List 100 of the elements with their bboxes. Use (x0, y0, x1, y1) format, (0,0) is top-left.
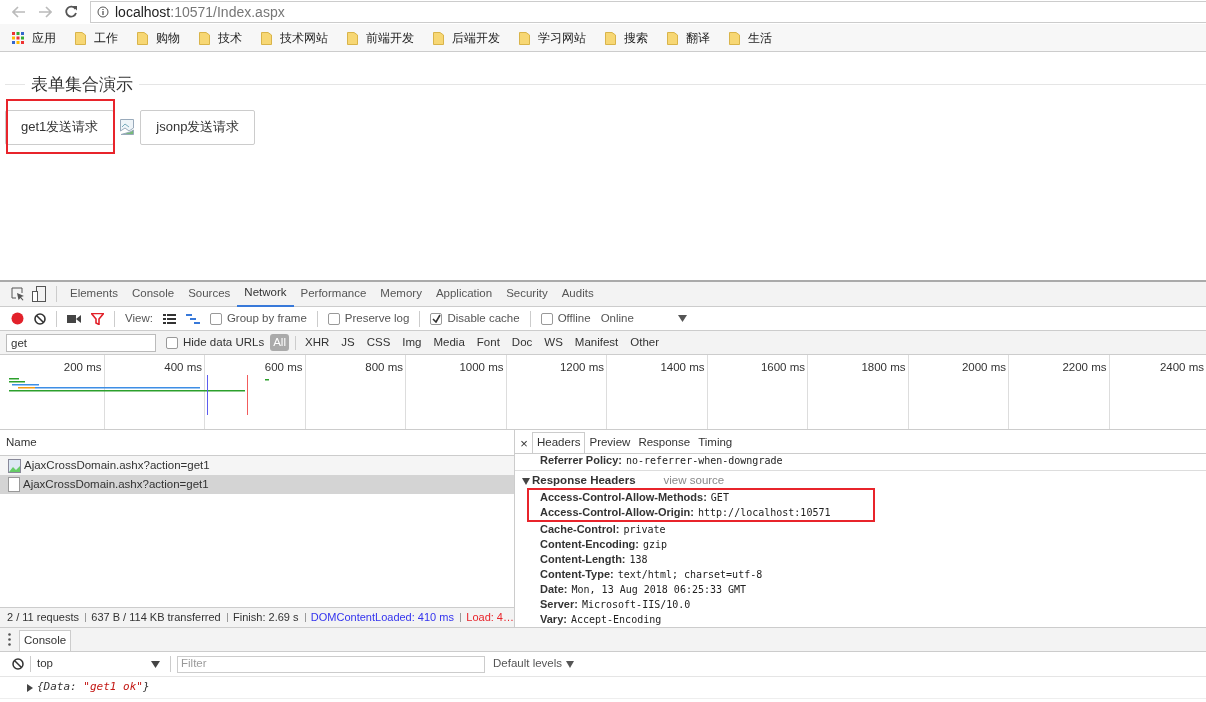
type-filter-tab[interactable]: WS (541, 334, 566, 351)
context-dropdown[interactable]: top (37, 655, 164, 673)
filter-icon[interactable] (91, 312, 104, 325)
inspect-icon[interactable] (11, 287, 25, 301)
reload-icon[interactable] (64, 5, 78, 19)
header-line: Access-Control-Allow-Origin: http://localhost:10571 (527, 505, 875, 522)
levels-dropdown[interactable]: Default levels (493, 655, 575, 673)
folder-icon (433, 30, 444, 45)
type-filter-tab[interactable]: Img (399, 334, 425, 351)
checkbox[interactable] (540, 312, 553, 325)
type-filter-tab[interactable]: Media (430, 334, 468, 351)
device-toolbar-icon[interactable] (32, 286, 46, 302)
detail-tab[interactable]: Timing (694, 432, 737, 453)
address-bar[interactable]: localhost:10571/Index.aspx (90, 1, 1206, 23)
view-label: View: (125, 310, 153, 326)
header-line: Content-Length: 138 (539, 552, 649, 567)
close-button[interactable]: × (518, 433, 530, 453)
header-line: Vary: Accept-Encoding (539, 612, 663, 627)
apps-grid-icon (12, 31, 24, 44)
checkbox[interactable] (430, 312, 443, 325)
devtools-tab[interactable]: Security (499, 281, 555, 307)
filter-field[interactable]: get (6, 333, 156, 352)
devtools-tab[interactable]: Elements (63, 281, 125, 307)
type-filter-tab[interactable]: Doc (508, 334, 536, 351)
bookmark[interactable]: 学习网站 (519, 28, 586, 47)
devtools-tab[interactable]: Application (428, 281, 500, 307)
folder-icon (75, 30, 86, 45)
camera-icon[interactable] (67, 313, 81, 324)
list-view-icon[interactable] (162, 313, 176, 324)
summary-text: DOMContentLoaded: 410 ms (310, 610, 454, 626)
header-line: Date: Mon, 13 Aug 2018 06:25:33 GMT (539, 582, 748, 597)
checkbox[interactable] (166, 336, 178, 349)
folder-icon (667, 30, 678, 45)
view-source-link[interactable]: view source (663, 471, 725, 490)
filter-field[interactable]: Filter (177, 655, 485, 673)
header-line: Access-Control-Allow-Methods: GET (527, 488, 875, 505)
bookmark[interactable]: 购物 (137, 28, 180, 47)
option-label: Hide data URLs (183, 334, 265, 350)
header-line: Server: Microsoft-IIS/10.0 (539, 597, 692, 612)
option-label: Preserve log (344, 310, 410, 326)
bookmark[interactable]: 技术 (199, 28, 242, 47)
time-tick-label: 1600 ms (760, 360, 805, 375)
option-label: Group by frame (226, 310, 307, 326)
devtools-tab[interactable]: Sources (181, 281, 238, 307)
time-tick-label: 800 ms (365, 360, 403, 375)
request-button[interactable]: jsonp发送请求 (140, 109, 256, 145)
waterfall-view-icon[interactable] (185, 313, 200, 324)
devtools-tab[interactable]: Performance (293, 281, 374, 307)
time-tick-label: 400 ms (164, 360, 202, 375)
request-row[interactable]: AjaxCrossDomain.ashx?action=get1 (0, 475, 514, 494)
time-tick-label: 1800 ms (861, 360, 906, 375)
bookmark[interactable]: 工作 (75, 28, 118, 47)
devtools-tab[interactable]: Console (124, 281, 182, 307)
devtools-tab[interactable]: Audits (554, 281, 601, 307)
folder-icon (519, 30, 530, 45)
clear-icon[interactable] (34, 312, 46, 325)
header-line: Cache-Control: private (539, 522, 667, 537)
bookmark[interactable]: 搜索 (605, 28, 648, 47)
type-filter-tab[interactable]: Manifest (571, 334, 622, 351)
record-icon[interactable] (11, 312, 24, 325)
devtools-tab[interactable]: Network (237, 281, 294, 307)
summary-text: Finish: 2.69 s (233, 610, 299, 626)
bookmark[interactable]: 前端开发 (347, 28, 414, 47)
type-filter-tab[interactable]: CSS (363, 334, 394, 351)
checkbox[interactable] (327, 312, 340, 325)
folder-icon (137, 30, 148, 45)
bookmark[interactable]: 应用 (12, 28, 56, 47)
clear-console-icon[interactable] (12, 658, 24, 670)
bookmark[interactable]: 技术网站 (261, 28, 328, 47)
detail-tab[interactable]: Response (634, 432, 695, 453)
expand-triangle-icon[interactable] (27, 683, 33, 692)
summary-text: 2 / 11 requests (7, 610, 79, 626)
section-header[interactable]: Response Headers (522, 471, 636, 490)
type-filter-tab[interactable]: JS (338, 334, 358, 351)
bookmark[interactable]: 生活 (729, 28, 772, 47)
bookmark[interactable]: 翻译 (667, 28, 710, 47)
time-tick-label: 2400 ms (1159, 360, 1204, 375)
detail-tab[interactable]: Preview (585, 432, 635, 453)
section-legend: 表单集合演示 (25, 72, 139, 98)
detail-tab[interactable]: Headers (532, 432, 586, 453)
header-line: Content-Encoding: gzip (539, 537, 669, 552)
time-tick-label: 1400 ms (660, 360, 705, 375)
devtools-tab[interactable]: Memory (373, 281, 429, 307)
broken-image-icon (120, 119, 135, 135)
type-filter-tab[interactable]: Font (473, 334, 503, 351)
bookmark[interactable]: 后端开发 (433, 28, 500, 47)
option-label: Offline (557, 310, 591, 326)
summary-text: Load: 4… (466, 610, 514, 626)
check-icon (431, 314, 441, 323)
request-row[interactable]: AjaxCrossDomain.ashx?action=get1 (0, 456, 514, 475)
folder-icon (261, 30, 272, 45)
dropdown-caret-icon (677, 315, 687, 322)
type-filter-tab[interactable]: Other (627, 334, 663, 351)
checkbox[interactable] (209, 312, 222, 325)
drawer-tab[interactable]: Console (19, 630, 72, 651)
type-filter-tab[interactable]: XHR (301, 334, 333, 351)
throttle-dropdown[interactable]: Online (600, 309, 687, 328)
folder-icon (199, 30, 210, 45)
more-menu-icon[interactable] (8, 633, 11, 646)
request-button[interactable]: get1发送请求 (5, 109, 115, 145)
